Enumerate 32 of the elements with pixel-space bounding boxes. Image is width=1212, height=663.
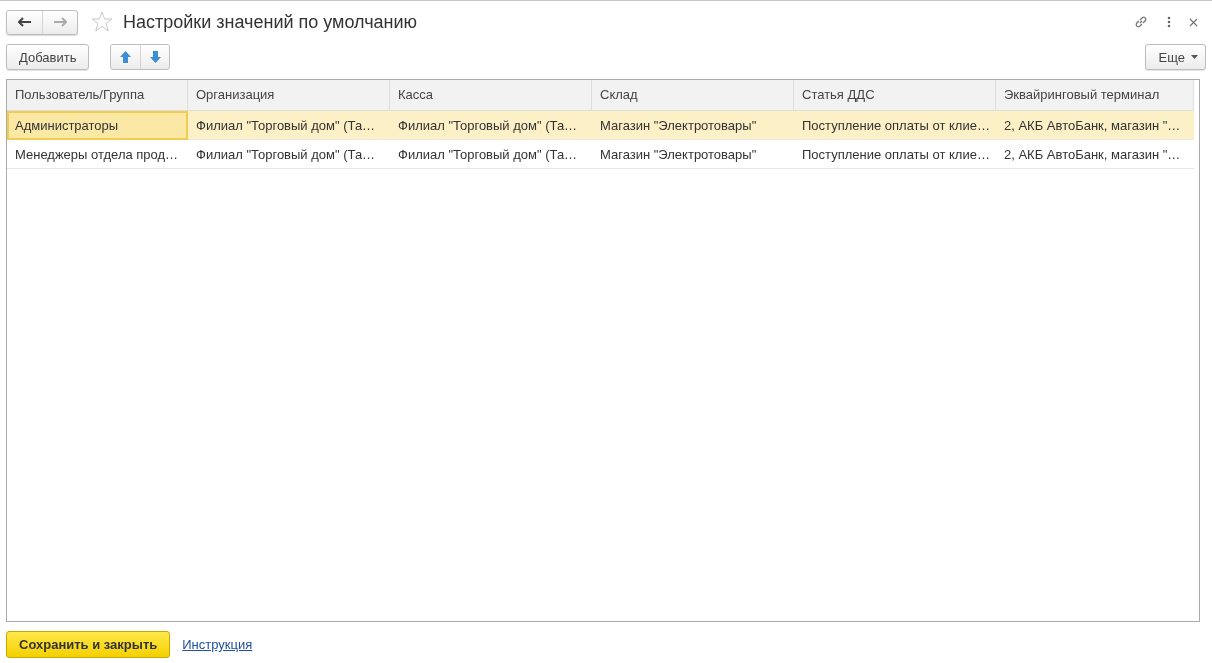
column-header[interactable]: Статья ДДС [794, 80, 996, 111]
window-title: Настройки значений по умолчанию [123, 11, 419, 33]
star-icon[interactable] [91, 11, 113, 33]
table-cell[interactable]: 2, АКБ АвтоБанк, магазин "… [996, 140, 1194, 169]
column-header[interactable]: Эквайринговый терминал [996, 80, 1194, 111]
column-header[interactable]: Склад [592, 80, 794, 111]
more-button[interactable]: Еще [1144, 44, 1206, 70]
up-arrow-icon [120, 51, 132, 63]
column-header[interactable]: Касса [390, 80, 592, 111]
down-arrow-icon [149, 51, 161, 63]
table-cell[interactable]: Магазин "Электротовары" [592, 111, 794, 140]
back-arrow-icon [17, 17, 32, 27]
instruction-link[interactable]: Инструкция [182, 637, 253, 652]
link-icon[interactable] [1133, 14, 1149, 30]
more-options-icon[interactable] [1167, 16, 1171, 28]
column-header[interactable]: Организация [188, 80, 390, 111]
table-cell[interactable]: Администраторы [7, 111, 188, 140]
table-cell[interactable]: Филиал "Торговый дом" (Та… [188, 140, 390, 169]
table-cell[interactable]: Магазин "Электротовары" [592, 140, 794, 169]
table-cell[interactable]: Филиал "Торговый дом" (Та… [390, 111, 592, 140]
table-cell[interactable]: Филиал "Торговый дом" (Та… [188, 111, 390, 140]
table-cell[interactable]: Поступление оплаты от клие… [794, 111, 996, 140]
table-cell[interactable]: 2, АКБ АвтоБанк, магазин "… [996, 111, 1194, 140]
save-and-close-button[interactable]: Сохранить и закрыть [6, 631, 171, 658]
caret-icon [1191, 55, 1198, 59]
table-cell[interactable]: Филиал "Торговый дом" (Та… [390, 140, 592, 169]
forward-arrow-icon [53, 17, 67, 27]
column-header[interactable]: Пользователь/Группа [7, 80, 188, 111]
close-icon[interactable] [1189, 17, 1198, 27]
table-cell[interactable]: Поступление оплаты от клие… [794, 140, 996, 169]
table-cell[interactable]: Менеджеры отдела прод… [7, 140, 188, 169]
add-button[interactable]: Добавить [6, 44, 90, 70]
